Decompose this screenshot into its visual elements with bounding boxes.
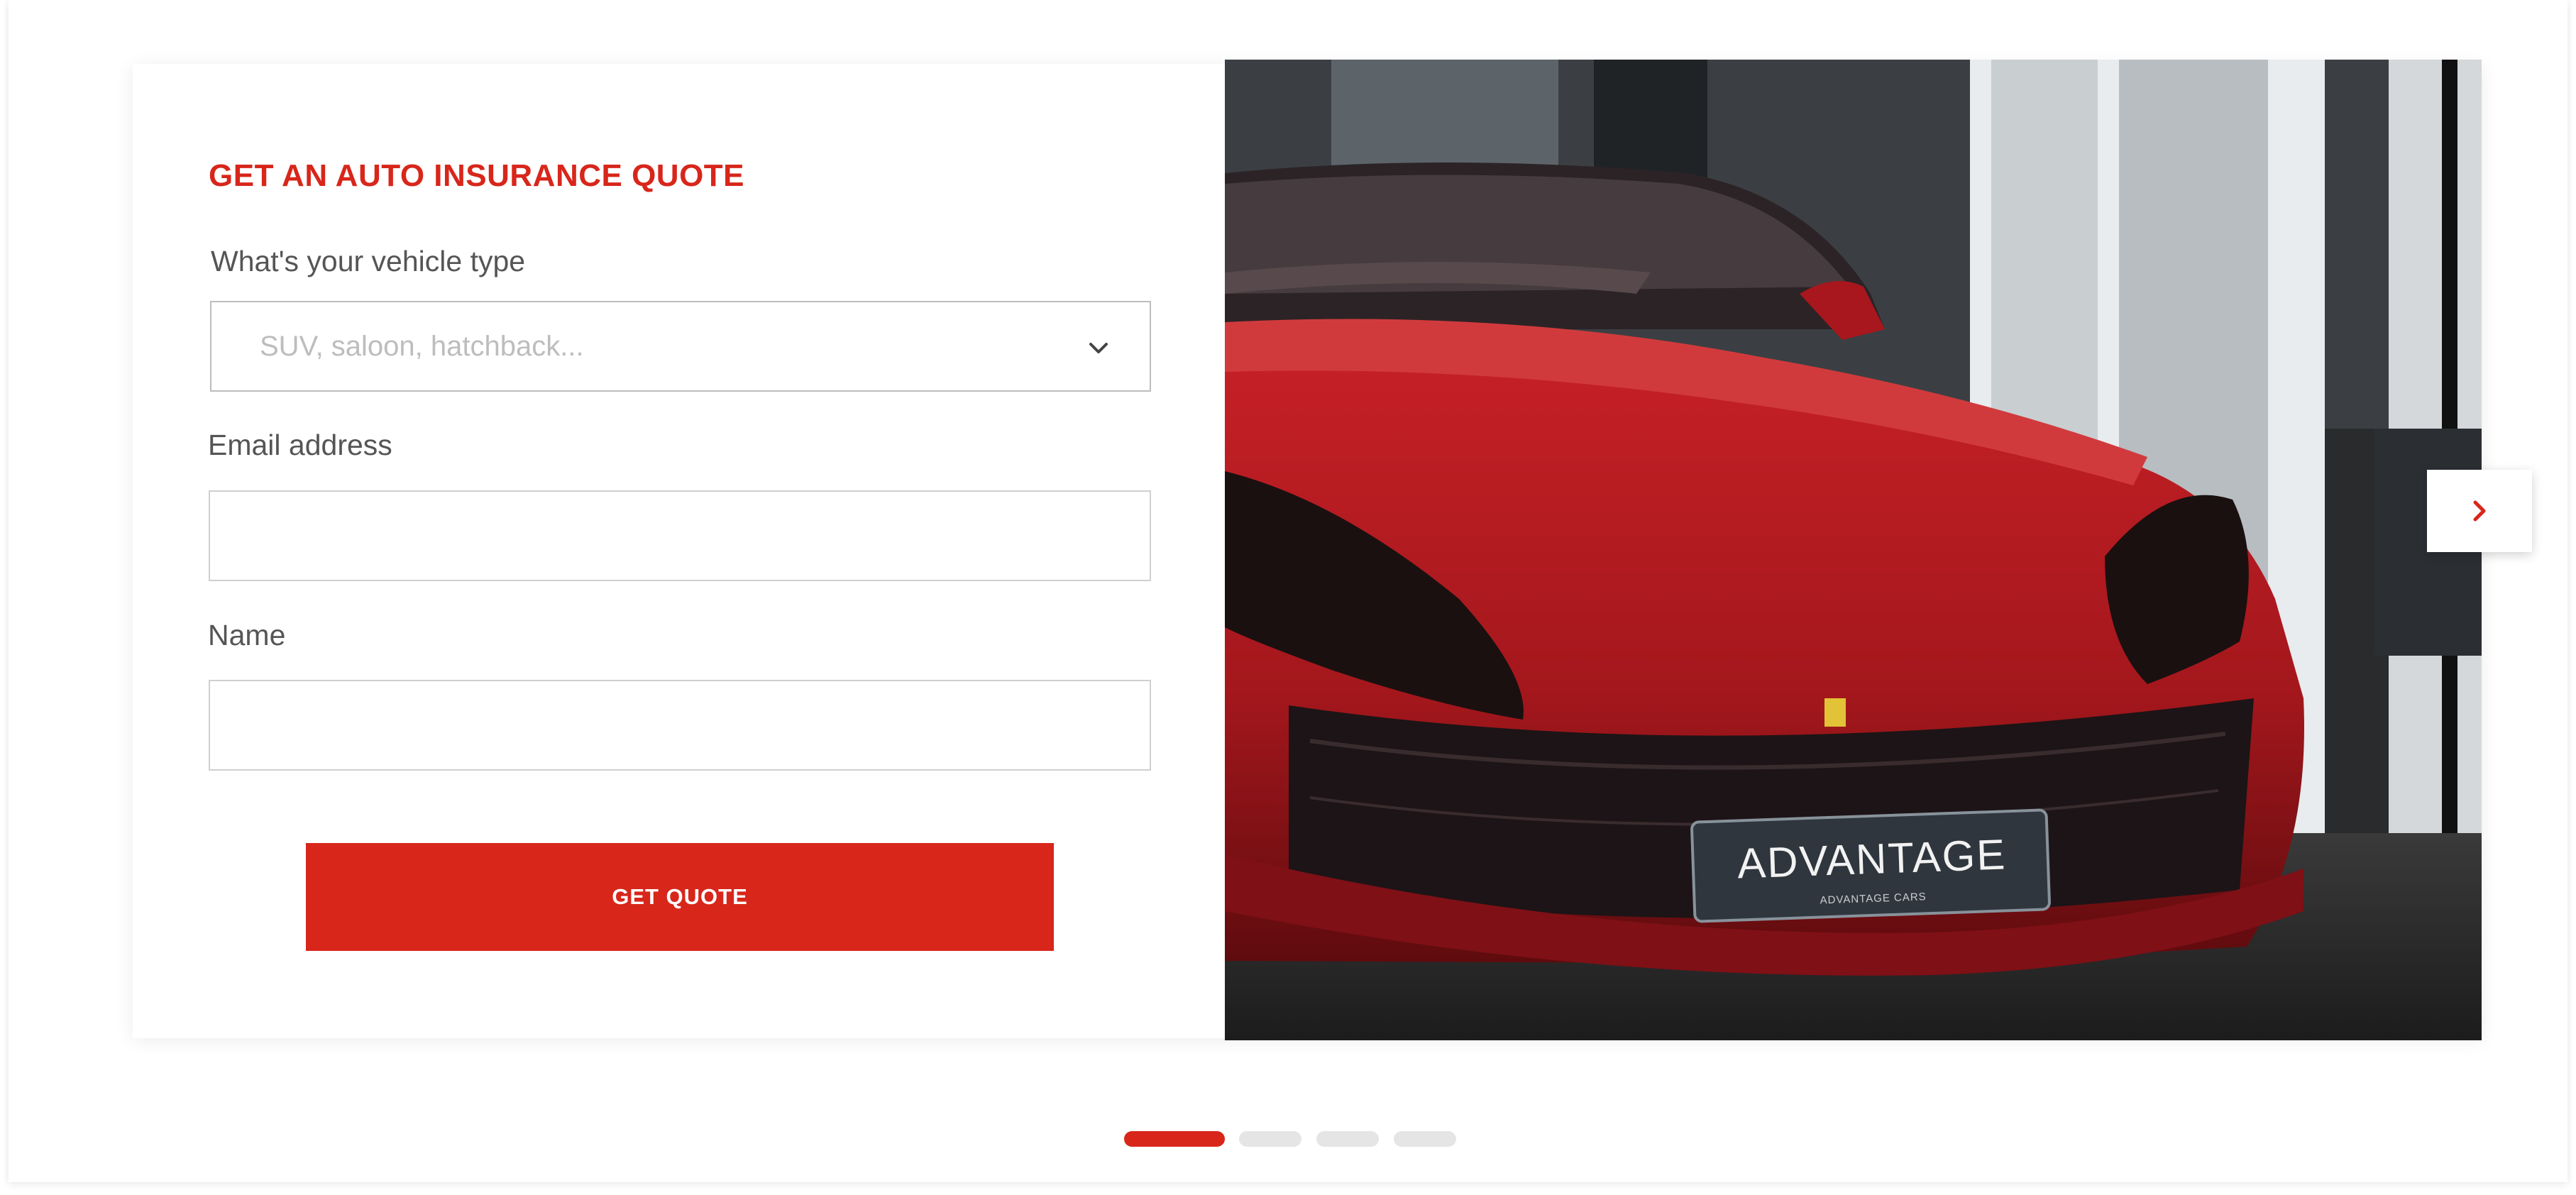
vehicle-type-placeholder: SUV, saloon, hatchback... <box>260 331 584 362</box>
vehicle-type-select[interactable]: SUV, saloon, hatchback... <box>210 301 1151 392</box>
car-illustration: ADVANTAGE ADVANTAGE CARS <box>1225 60 2482 1040</box>
carousel-dot[interactable] <box>1124 1131 1225 1147</box>
name-field-wrapper <box>209 680 1151 771</box>
chevron-down-icon <box>1089 343 1108 353</box>
quote-form: GET AN AUTO INSURANCE QUOTE What's your … <box>133 64 1223 1038</box>
email-label: Email address <box>208 429 392 461</box>
badge-icon <box>1824 698 1846 727</box>
chevron-right-icon <box>2473 500 2486 522</box>
carousel-dot[interactable] <box>1316 1131 1379 1147</box>
plate-text: ADVANTAGE <box>1736 830 2007 887</box>
name-field[interactable] <box>210 681 1150 769</box>
quote-card: GET AN AUTO INSURANCE QUOTE What's your … <box>133 60 2482 1040</box>
email-field-wrapper <box>209 490 1151 581</box>
name-label: Name <box>208 619 286 651</box>
carousel-dot[interactable] <box>1239 1131 1301 1147</box>
form-title: GET AN AUTO INSURANCE QUOTE <box>209 158 745 193</box>
get-quote-button[interactable]: GET QUOTE <box>306 843 1054 951</box>
carousel-dot[interactable] <box>1394 1131 1456 1147</box>
carousel-next-button[interactable] <box>2427 470 2532 552</box>
vehicle-type-label: What's your vehicle type <box>211 245 526 277</box>
hero-car-image: ADVANTAGE ADVANTAGE CARS <box>1225 60 2482 1040</box>
email-field[interactable] <box>210 492 1150 580</box>
